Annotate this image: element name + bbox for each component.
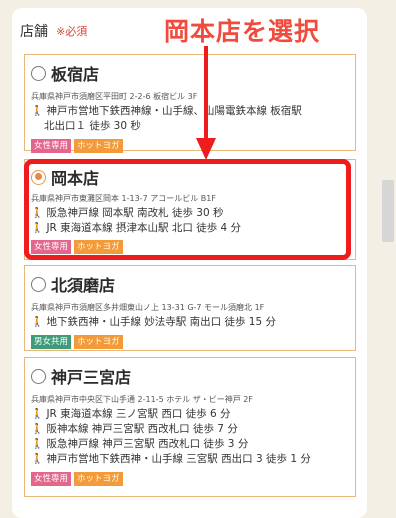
tag-women-only: 女性専用 <box>31 472 72 486</box>
route-item: 🚶 神戸市営地下鉄西神・山手線 三宮駅 西出口 3 徒歩 1 分 <box>31 453 311 465</box>
radio-button[interactable] <box>31 65 46 81</box>
route-item: 🚶 阪神本線 神戸三宮駅 西改札口 徒歩 7 分 <box>31 423 238 435</box>
tag-hot-yoga: ホットヨガ <box>74 472 123 486</box>
route-item: 🚶 神戸市営地下鉄西神線・山手線、山陽電鉄本線 板宿駅 <box>31 105 302 117</box>
store-tags: 女性専用 ホットヨガ <box>31 139 347 153</box>
route-item: 🚶 阪急神戸線 神戸三宮駅 西改札口 徒歩 3 分 <box>31 438 249 450</box>
walking-person-icon: 🚶 <box>31 317 44 328</box>
radio-button[interactable] <box>31 368 46 384</box>
tag-hot-yoga: ホットヨガ <box>74 335 123 349</box>
store-name: 神戸三宮店 <box>51 368 132 387</box>
store-option-kobe-sannomiya[interactable]: 神戸三宮店 兵庫県神戸市中央区下山手通 2-11-5 ホテル ザ・ビー神戸 2F… <box>24 357 356 497</box>
tag-hot-yoga: ホットヨガ <box>74 139 123 153</box>
store-tags: 男女共用 ホットヨガ <box>31 335 347 349</box>
store-name: 板宿店 <box>51 65 100 84</box>
store-address: 兵庫県神戸市須磨区多井畑東山ノ上 13-31 G-7 モール須磨北 1F <box>31 303 265 312</box>
annotation-callout: 岡本店を選択 <box>164 17 321 46</box>
store-field-label: 店舗 <box>20 24 48 40</box>
down-arrow-icon <box>196 46 216 160</box>
store-field-header: 店舗 ※必須 <box>20 20 87 42</box>
radio-button[interactable] <box>31 276 46 292</box>
store-tags: 女性専用 ホットヨガ <box>31 472 347 486</box>
page-scrollbar[interactable] <box>382 180 394 242</box>
walking-person-icon: 🚶 <box>31 106 44 117</box>
store-option-itayado[interactable]: 板宿店 兵庫県神戸市須磨区平田町 2-2-6 板宿ビル 3F 🚶 神戸市営地下鉄… <box>24 54 356 153</box>
store-address: 兵庫県神戸市須磨区平田町 2-2-6 板宿ビル 3F <box>31 92 198 101</box>
walking-person-icon: 🚶 <box>31 424 44 435</box>
required-mark: ※必須 <box>56 25 88 38</box>
walking-person-icon: 🚶 <box>31 409 44 420</box>
walking-person-icon: 🚶 <box>31 454 44 465</box>
store-name: 北須磨店 <box>51 276 116 295</box>
route-item: 🚶 JR 東海道本線 三ノ宮駅 西口 徒歩 6 分 <box>31 408 231 420</box>
store-option-kitasuma[interactable]: 北須磨店 兵庫県神戸市須磨区多井畑東山ノ上 13-31 G-7 モール須磨北 1… <box>24 265 356 351</box>
store-address: 兵庫県神戸市中央区下山手通 2-11-5 ホテル ザ・ビー神戸 2F <box>31 395 253 404</box>
tag-women-only: 女性専用 <box>31 139 72 153</box>
tag-unisex: 男女共用 <box>31 335 72 349</box>
selection-highlight-box <box>24 159 351 260</box>
route-item-continued: 北出口１ 徒歩 30 秒 <box>44 120 141 132</box>
route-item: 🚶 地下鉄西神・山手線 妙法寺駅 南出口 徒歩 15 分 <box>31 316 277 328</box>
walking-person-icon: 🚶 <box>31 439 44 450</box>
